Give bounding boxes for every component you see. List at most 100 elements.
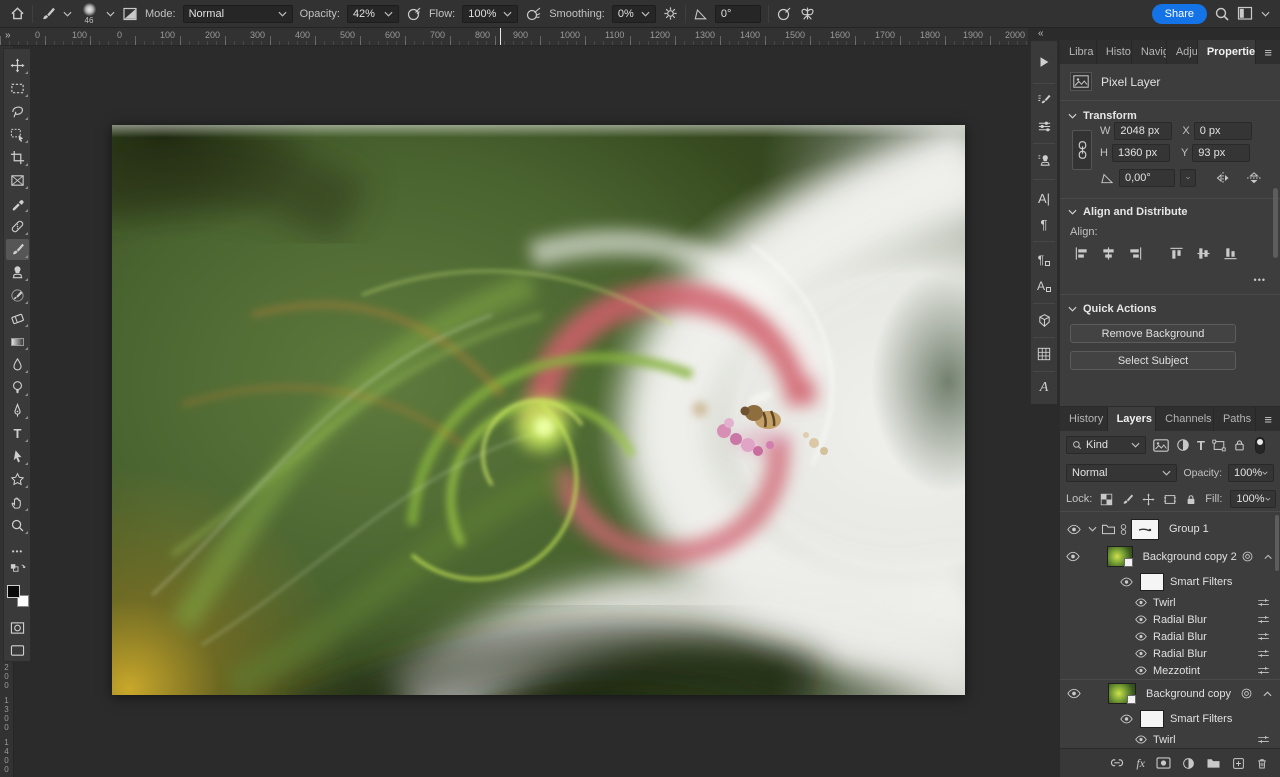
character-panel-icon[interactable]: A| xyxy=(1033,187,1055,209)
paint-symmetry-butterfly-icon[interactable] xyxy=(799,5,816,22)
remove-background-button[interactable]: Remove Background xyxy=(1070,324,1236,343)
tab-navigator[interactable]: Navig xyxy=(1132,40,1167,64)
transform-section-header[interactable]: Transform xyxy=(1068,110,1137,122)
pressure-size-icon[interactable] xyxy=(776,6,792,22)
filter-row-twirl[interactable]: Twirl xyxy=(1060,594,1280,611)
visibility-eye-icon[interactable] xyxy=(1134,615,1147,624)
tab-properties[interactable]: Properties xyxy=(1198,40,1257,64)
y-field[interactable]: 93 px xyxy=(1192,144,1250,162)
brushes-panel-icon[interactable] xyxy=(1033,115,1055,137)
layer-thumbnail[interactable] xyxy=(1108,683,1136,704)
character-styles-panel-icon[interactable]: A xyxy=(1033,275,1055,297)
align-bottom-icon[interactable] xyxy=(1223,246,1238,261)
screen-mode-button[interactable] xyxy=(6,640,29,661)
brush-angle-field[interactable]: 0° xyxy=(715,5,761,23)
layers-scrollbar[interactable] xyxy=(1275,515,1279,571)
align-more-ellipsis[interactable]: ••• xyxy=(1254,275,1266,285)
flip-horizontal-icon[interactable] xyxy=(1215,171,1231,185)
flow-select[interactable]: 100% xyxy=(462,5,518,23)
lock-position-icon[interactable] xyxy=(1142,493,1155,506)
filter-row-radial-blur-2[interactable]: Radial Blur xyxy=(1060,628,1280,645)
flip-vertical-icon[interactable] xyxy=(1246,171,1262,185)
opacity-select[interactable]: 42% xyxy=(347,5,399,23)
tab-libraries[interactable]: Libra xyxy=(1060,40,1097,64)
filter-name[interactable]: Twirl xyxy=(1153,597,1176,609)
filter-adjustment-layers-icon[interactable] xyxy=(1176,438,1190,452)
layer-thumbnail[interactable] xyxy=(1107,546,1133,567)
align-section-header[interactable]: Align and Distribute xyxy=(1068,206,1188,218)
filter-blend-options-icon[interactable] xyxy=(1257,648,1270,659)
align-center-vertical-icon[interactable] xyxy=(1196,246,1211,261)
layer-style-fx-icon[interactable]: fx xyxy=(1136,756,1145,771)
rotate-chevron[interactable] xyxy=(1180,169,1196,187)
patterns-panel-icon[interactable] xyxy=(1033,343,1055,365)
workspace-switcher-icon[interactable] xyxy=(1237,6,1254,21)
brush-tool[interactable] xyxy=(6,239,29,260)
filter-shape-layers-icon[interactable] xyxy=(1212,439,1226,452)
layer-row-group1[interactable]: Group 1 xyxy=(1060,515,1280,543)
visibility-eye-icon[interactable] xyxy=(1134,632,1147,641)
height-field[interactable]: 1360 px xyxy=(1112,144,1170,162)
align-center-horizontal-icon[interactable] xyxy=(1101,246,1116,261)
filter-blend-options-icon[interactable] xyxy=(1257,597,1270,608)
fill-field[interactable]: 100% xyxy=(1230,490,1276,508)
link-dimensions-icon[interactable] xyxy=(1072,130,1092,170)
crop-tool[interactable] xyxy=(6,147,29,168)
tab-history[interactable]: History xyxy=(1060,407,1108,431)
add-layer-mask-icon[interactable] xyxy=(1156,757,1171,769)
filter-blend-options-icon[interactable] xyxy=(1257,665,1270,676)
collapse-filters-chevron-icon[interactable] xyxy=(1264,554,1272,560)
actions-panel-icon[interactable] xyxy=(1033,51,1055,73)
lock-artboard-icon[interactable] xyxy=(1163,493,1177,506)
workspace-chevron-icon[interactable] xyxy=(1261,11,1270,17)
zoom-tool[interactable] xyxy=(6,515,29,536)
properties-scrollbar[interactable] xyxy=(1273,188,1278,258)
tab-paths[interactable]: Paths xyxy=(1214,407,1256,431)
glyphs-panel-icon[interactable]: A xyxy=(1033,377,1055,399)
airbrush-icon[interactable] xyxy=(525,6,542,22)
eyedropper-tool[interactable] xyxy=(6,193,29,214)
smart-filters-row[interactable]: Smart Filters xyxy=(1060,570,1280,594)
blur-tool[interactable] xyxy=(6,354,29,375)
path-selection-tool[interactable] xyxy=(6,446,29,467)
visibility-eye-icon[interactable] xyxy=(1134,649,1147,658)
link-layers-icon[interactable] xyxy=(1109,758,1125,768)
filter-row-radial-blur-3[interactable]: Radial Blur xyxy=(1060,645,1280,662)
canvas-document[interactable] xyxy=(112,125,965,695)
layer-filtering-toggle[interactable] xyxy=(1255,437,1265,454)
align-left-icon[interactable] xyxy=(1074,246,1089,261)
quick-mask-button[interactable] xyxy=(6,617,29,638)
eraser-tool[interactable] xyxy=(6,308,29,329)
filter-name[interactable]: Twirl xyxy=(1153,734,1176,746)
filter-blend-options-icon[interactable] xyxy=(1257,614,1270,625)
visibility-eye-icon[interactable] xyxy=(1118,714,1134,724)
gradient-tool[interactable] xyxy=(6,331,29,352)
frame-tool[interactable] xyxy=(6,170,29,191)
layer-name[interactable]: Group 1 xyxy=(1169,523,1209,535)
x-field[interactable]: 0 px xyxy=(1194,122,1252,140)
brush-preset-chevron-icon[interactable] xyxy=(63,11,72,17)
type-tool[interactable]: T xyxy=(6,423,29,444)
swap-colors-icon[interactable] xyxy=(6,561,29,577)
delete-layer-trash-icon[interactable] xyxy=(1256,757,1268,770)
layer-row-background-copy[interactable]: Background copy xyxy=(1060,680,1280,707)
visibility-eye-icon[interactable] xyxy=(1134,598,1147,607)
filter-name[interactable]: Radial Blur xyxy=(1153,648,1207,660)
quick-actions-header[interactable]: Quick Actions xyxy=(1068,303,1157,315)
layer-row-background-copy-2[interactable]: Background copy 2 xyxy=(1060,543,1280,570)
panel-menu-icon[interactable]: ≡ xyxy=(1256,40,1280,64)
layer-name[interactable]: Background copy xyxy=(1146,688,1231,700)
align-top-icon[interactable] xyxy=(1169,246,1184,261)
search-icon[interactable] xyxy=(1214,6,1230,22)
dock-collapse-icon[interactable]: « xyxy=(1038,28,1043,39)
filter-pixel-layers-icon[interactable] xyxy=(1153,439,1169,452)
brush-settings-panel-icon[interactable] xyxy=(1033,89,1055,111)
brush-size-chevron-icon[interactable] xyxy=(106,11,115,17)
healing-brush-tool[interactable] xyxy=(6,216,29,237)
lock-transparent-pixels-icon[interactable] xyxy=(1100,493,1113,506)
filter-kind-select[interactable]: Kind xyxy=(1066,436,1146,454)
filter-name[interactable]: Radial Blur xyxy=(1153,614,1207,626)
3d-panel-icon[interactable] xyxy=(1033,309,1055,331)
filter-blend-options-icon[interactable] xyxy=(1257,631,1270,642)
marquee-tool[interactable] xyxy=(6,78,29,99)
